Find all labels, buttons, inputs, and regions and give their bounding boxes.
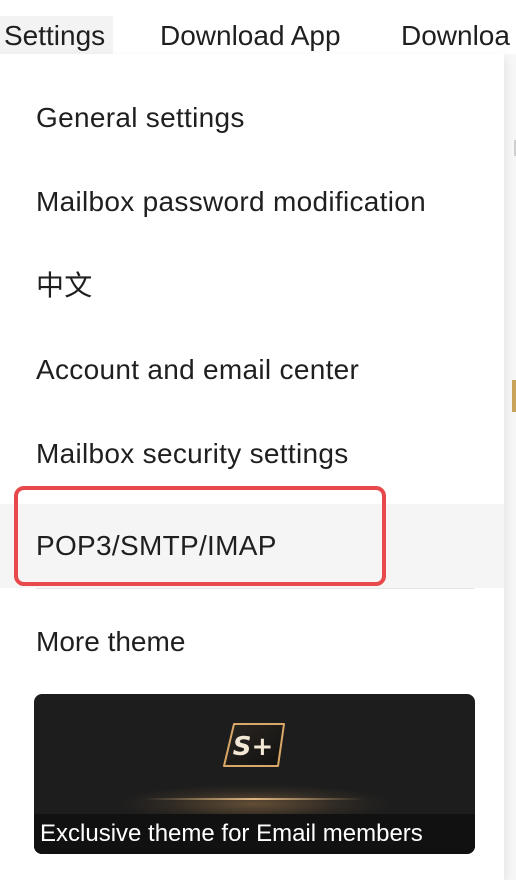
highlight-annotation [14,486,386,586]
nav-download-truncated[interactable]: Downloa [401,16,510,56]
background-page-edge [504,54,516,880]
background-page-accent [512,380,516,412]
s-plus-badge-icon: S+ [223,723,285,767]
exclusive-theme-card[interactable]: S+ Exclusive theme for Email members [34,694,475,854]
menu-divider [36,588,474,589]
menu-item-security-settings[interactable]: Mailbox security settings [0,412,504,496]
more-theme-title: More theme [36,626,186,657]
menu-item-label: General settings [36,102,245,133]
menu-item-password-modification[interactable]: Mailbox password modification [0,160,504,244]
menu-item-label: Account and email center [36,354,360,385]
menu-item-account-center[interactable]: Account and email center [0,328,504,412]
menu-item-label: Mailbox password modification [36,186,426,217]
menu-item-general-settings[interactable]: General settings [0,76,504,160]
card-glow-line [144,798,364,800]
menu-item-language-chinese[interactable]: 中文 [0,244,504,328]
badge-text: S+ [233,732,274,762]
menu-item-label: Mailbox security settings [36,438,349,469]
menu-item-label: 中文 [36,270,93,301]
top-navigation: Settings Download App Downloa [0,0,516,56]
nav-download-app[interactable]: Download App [160,16,341,56]
nav-settings[interactable]: Settings [0,16,114,56]
theme-card-caption: Exclusive theme for Email members [34,814,475,854]
